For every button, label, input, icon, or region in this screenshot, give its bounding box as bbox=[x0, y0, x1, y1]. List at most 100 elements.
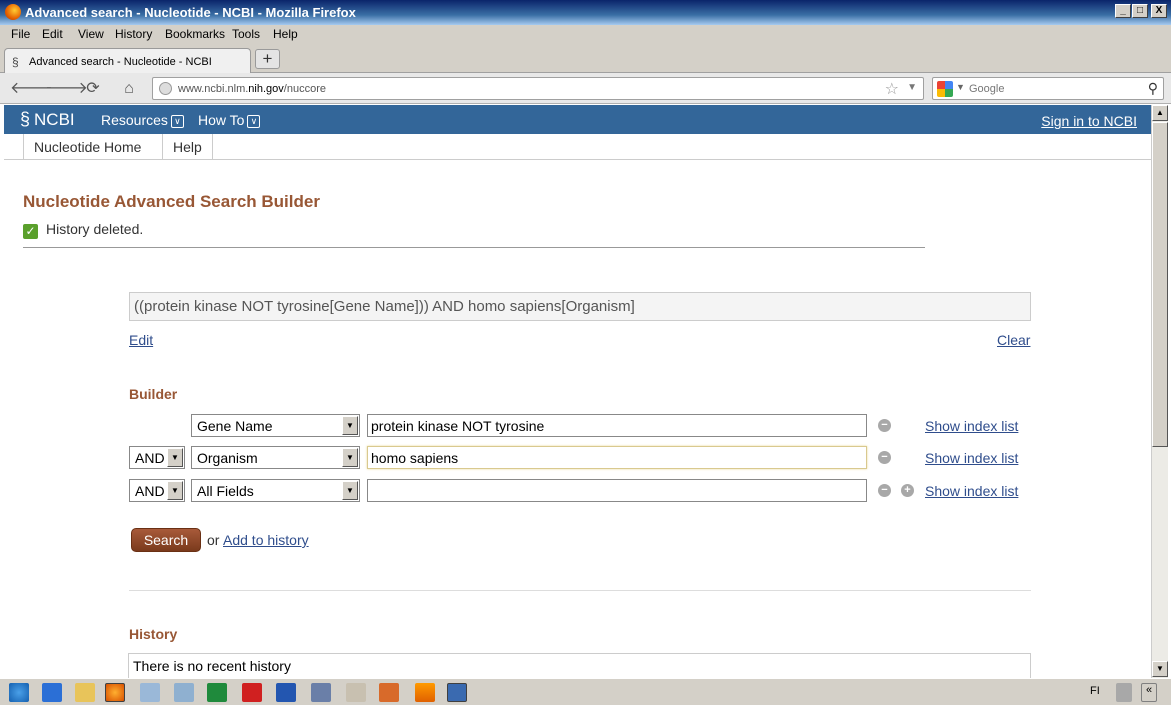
show-index-list-row3[interactable]: Show index list bbox=[925, 483, 1018, 499]
powerpoint-icon[interactable] bbox=[379, 683, 399, 702]
scroll-thumb[interactable] bbox=[1152, 122, 1168, 447]
field-select-row1[interactable]: Gene Name ▼ bbox=[191, 414, 360, 437]
query-preview-box[interactable]: ((protein kinase NOT tyrosine[Gene Name]… bbox=[129, 292, 1031, 321]
tab-label: Advanced search - Nucleotide - NCBI bbox=[29, 56, 212, 68]
history-dropdown-icon[interactable]: ▼ bbox=[907, 82, 917, 93]
resources-menu[interactable]: Resources ∨ bbox=[101, 112, 184, 128]
menu-tools[interactable]: Tools bbox=[232, 27, 260, 41]
dna-helix-icon: § bbox=[20, 109, 31, 129]
forward-arrow-icon[interactable]: 🡒 bbox=[45, 78, 88, 100]
expand-tray-icon[interactable]: « bbox=[1141, 683, 1157, 702]
dropdown-arrow-icon: ▼ bbox=[167, 448, 183, 467]
field-select-row2[interactable]: Organism ▼ bbox=[191, 446, 360, 469]
menu-bar: File Edit View History Bookmarks Tools H… bbox=[0, 25, 1171, 44]
folder-icon[interactable] bbox=[75, 683, 95, 702]
tab-strip: § Advanced search - Nucleotide - NCBI + bbox=[0, 44, 1171, 74]
maximize-button[interactable]: □ bbox=[1132, 4, 1148, 18]
reload-icon[interactable]: ⟳ bbox=[81, 78, 105, 100]
engine-dropdown-icon[interactable]: ▼ bbox=[956, 82, 965, 92]
new-tab-button[interactable]: + bbox=[255, 49, 280, 69]
dropdown-arrow-icon: ▼ bbox=[342, 481, 358, 500]
ncbi-favicon-icon: § bbox=[12, 55, 19, 69]
home-icon[interactable]: ⌂ bbox=[117, 78, 141, 100]
add-to-history-link[interactable]: Add to history bbox=[223, 532, 309, 548]
menu-bookmarks[interactable]: Bookmarks bbox=[165, 27, 225, 41]
show-index-list-row1[interactable]: Show index list bbox=[925, 418, 1018, 434]
search-button[interactable]: Search bbox=[131, 528, 201, 552]
status-message: ✓ History deleted. bbox=[23, 221, 143, 239]
magnifier-icon[interactable]: ⚲ bbox=[1148, 80, 1158, 97]
excel-icon[interactable] bbox=[207, 683, 227, 702]
divider bbox=[23, 247, 925, 248]
scroll-down-icon[interactable]: ▼ bbox=[1152, 661, 1168, 677]
vlc-icon[interactable] bbox=[415, 683, 435, 702]
tab-advanced-search[interactable]: § Advanced search - Nucleotide - NCBI bbox=[4, 48, 251, 74]
page-viewport: § NCBI Resources ∨ How To ∨ Sign in to NCBI… bbox=[4, 105, 1151, 678]
close-button[interactable]: X bbox=[1151, 4, 1167, 18]
firefox-icon bbox=[5, 4, 21, 20]
ncbi-header: § NCBI Resources ∨ How To ∨ Sign in to NCBI bbox=[4, 105, 1151, 134]
address-bar[interactable]: www.ncbi.nlm.nih.gov/nuccore ☆ ▼ bbox=[152, 77, 924, 100]
dropdown-arrow-icon: ▼ bbox=[342, 448, 358, 467]
term-input-row3[interactable] bbox=[367, 479, 867, 502]
menu-help[interactable]: Help bbox=[273, 27, 298, 41]
window-title: Advanced search - Nucleotide - NCBI - Mo… bbox=[25, 5, 356, 20]
add-row-icon[interactable]: + bbox=[901, 484, 914, 497]
tool-icon[interactable] bbox=[346, 683, 366, 702]
remove-row-icon[interactable]: − bbox=[878, 419, 891, 432]
language-indicator[interactable]: FI bbox=[1090, 685, 1100, 697]
remove-row-icon[interactable]: − bbox=[878, 484, 891, 497]
term-input-row2[interactable]: homo sapiens bbox=[367, 446, 867, 469]
builder-heading: Builder bbox=[129, 386, 178, 402]
window-icon[interactable] bbox=[140, 683, 160, 702]
howto-menu[interactable]: How To ∨ bbox=[198, 112, 261, 128]
menu-file[interactable]: File bbox=[11, 27, 30, 41]
vertical-scrollbar[interactable]: ▲ ▼ bbox=[1151, 105, 1168, 678]
dropdown-arrow-icon: ▼ bbox=[167, 481, 183, 500]
window-title-bar: Advanced search - Nucleotide - NCBI - Mo… bbox=[0, 0, 1171, 25]
search-placeholder: Google bbox=[969, 83, 1005, 95]
google-logo-icon[interactable] bbox=[937, 81, 953, 97]
clear-link[interactable]: Clear bbox=[997, 332, 1030, 348]
history-table: There is no recent history bbox=[128, 653, 1031, 678]
back-arrow-icon[interactable]: 🡐 bbox=[10, 78, 53, 100]
sub-navigation: Nucleotide Home Help bbox=[4, 134, 1151, 160]
web-search-box[interactable]: ▼ Google ⚲ bbox=[932, 77, 1164, 100]
firefox-task-icon[interactable] bbox=[105, 683, 125, 702]
acrobat-icon[interactable] bbox=[242, 683, 262, 702]
window-icon[interactable] bbox=[174, 683, 194, 702]
scroll-up-icon[interactable]: ▲ bbox=[1152, 105, 1168, 121]
media-player-icon[interactable] bbox=[42, 683, 62, 702]
word-icon[interactable] bbox=[276, 683, 296, 702]
minimize-button[interactable]: _ bbox=[1115, 4, 1131, 18]
sign-in-link[interactable]: Sign in to NCBI bbox=[1041, 113, 1137, 129]
remove-row-icon[interactable]: − bbox=[878, 451, 891, 464]
bookmark-star-icon[interactable]: ☆ bbox=[885, 79, 899, 99]
checkmark-icon: ✓ bbox=[23, 224, 38, 239]
app-icon[interactable] bbox=[447, 683, 467, 702]
edit-link[interactable]: Edit bbox=[129, 332, 153, 348]
or-text: or bbox=[207, 532, 220, 548]
menu-view[interactable]: View bbox=[78, 27, 104, 41]
chevron-down-icon: ∨ bbox=[170, 115, 184, 128]
nucleotide-home-link[interactable]: Nucleotide Home bbox=[23, 134, 151, 160]
keyboard-icon[interactable] bbox=[1116, 683, 1132, 702]
remote-desktop-icon[interactable] bbox=[311, 683, 331, 702]
menu-edit[interactable]: Edit bbox=[42, 27, 63, 41]
navigation-toolbar: 🡐 🡒 ⟳ ⌂ www.ncbi.nlm.nih.gov/nuccore ☆ ▼… bbox=[0, 73, 1171, 104]
help-link[interactable]: Help bbox=[162, 134, 213, 160]
term-input-row1[interactable]: protein kinase NOT tyrosine bbox=[367, 414, 867, 437]
url-text: www.ncbi.nlm.nih.gov/nuccore bbox=[178, 83, 326, 95]
dropdown-arrow-icon: ▼ bbox=[342, 416, 358, 435]
operator-select-row3[interactable]: AND ▼ bbox=[129, 479, 185, 502]
site-identity-icon[interactable] bbox=[159, 82, 172, 95]
internet-explorer-icon[interactable] bbox=[9, 683, 29, 702]
show-index-list-row2[interactable]: Show index list bbox=[925, 450, 1018, 466]
menu-history[interactable]: History bbox=[115, 27, 152, 41]
field-select-row3[interactable]: All Fields ▼ bbox=[191, 479, 360, 502]
divider bbox=[129, 590, 1031, 591]
history-heading: History bbox=[129, 626, 178, 642]
operator-select-row2[interactable]: AND ▼ bbox=[129, 446, 185, 469]
ncbi-logo[interactable]: § NCBI bbox=[20, 109, 75, 130]
page-title: Nucleotide Advanced Search Builder bbox=[23, 192, 320, 211]
